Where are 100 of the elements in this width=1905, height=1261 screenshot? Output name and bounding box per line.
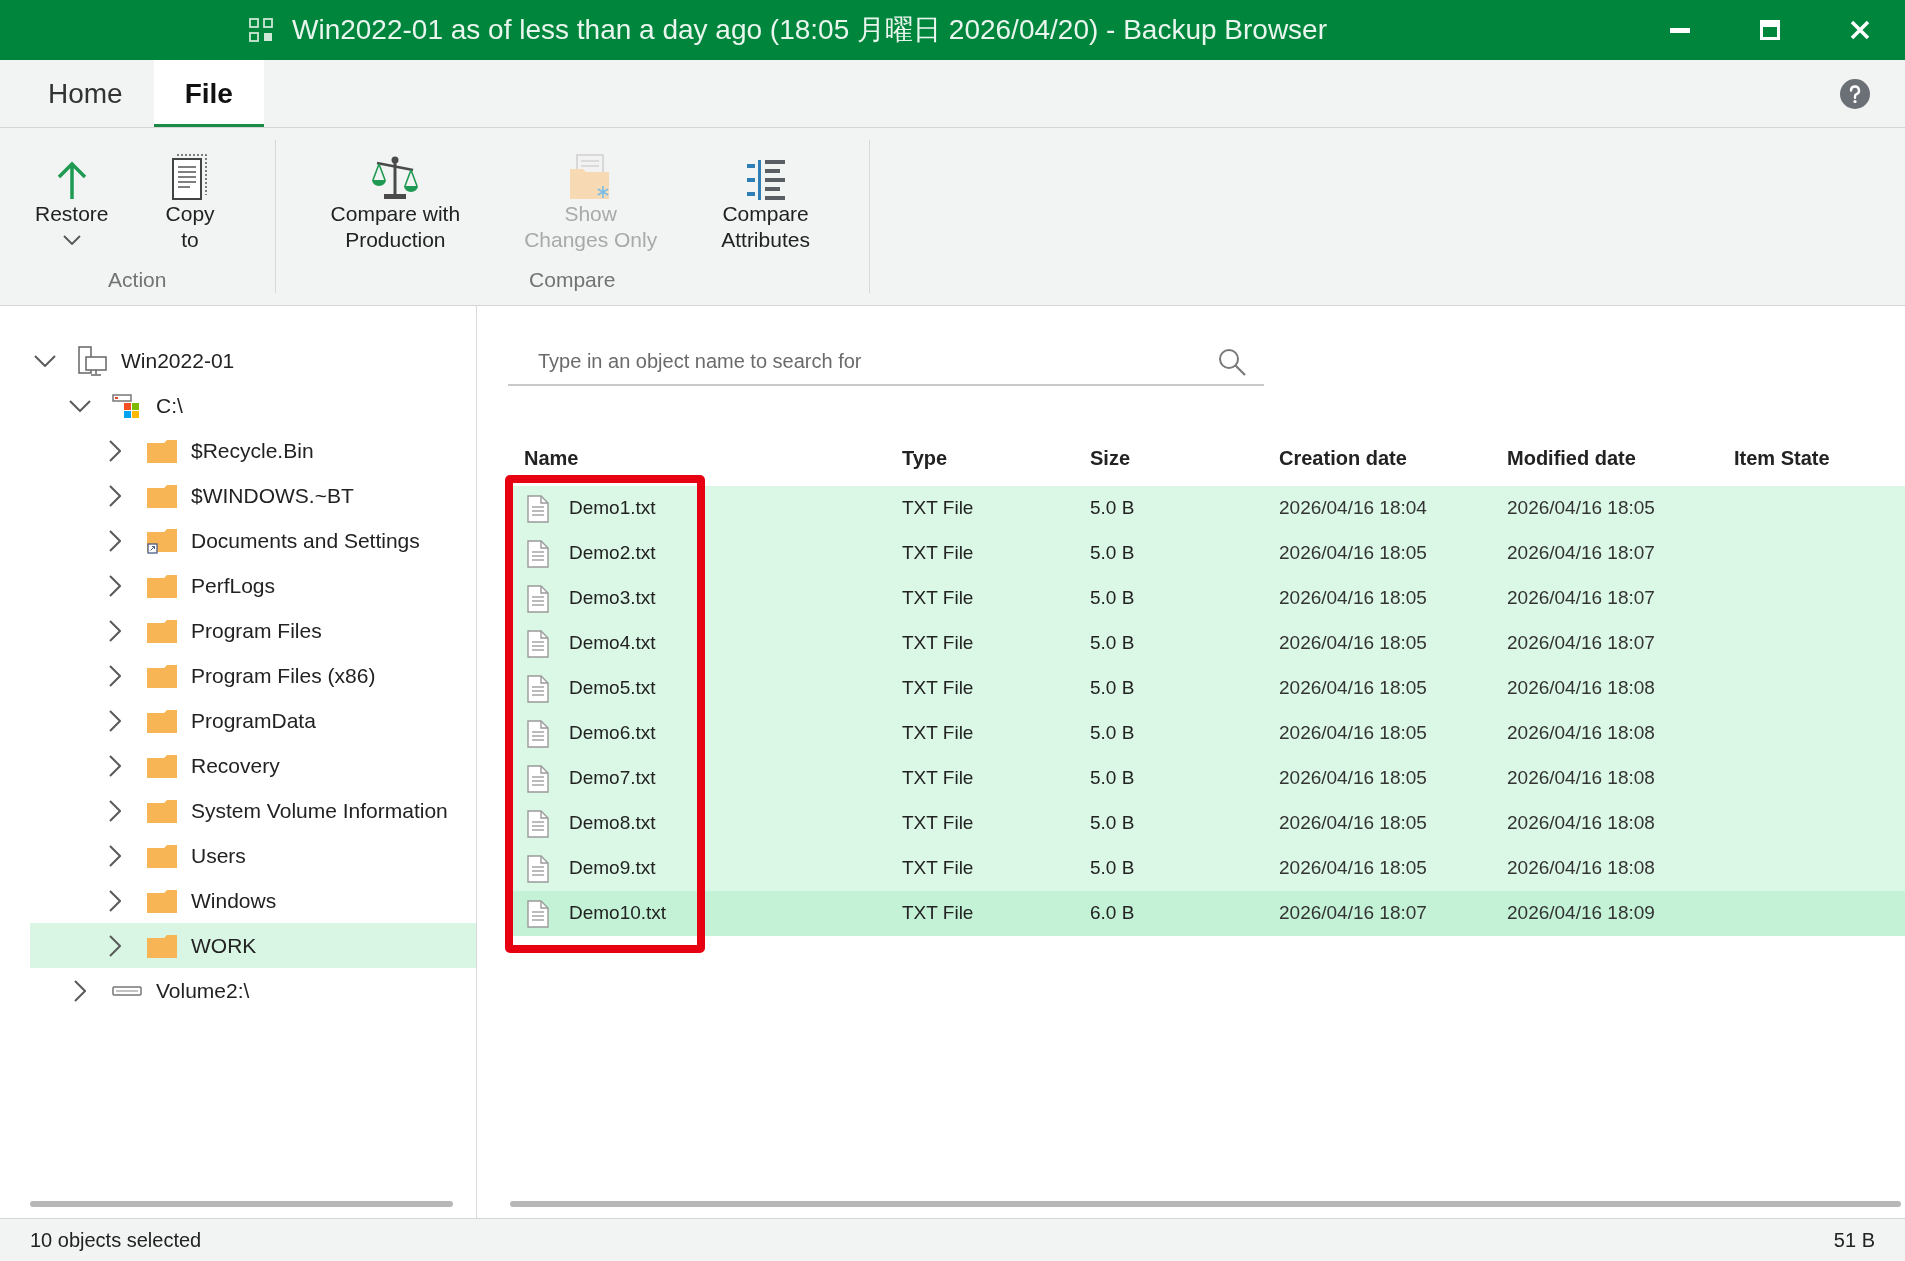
tree-item[interactable]: Recovery	[30, 743, 476, 788]
close-icon	[1850, 20, 1870, 40]
minimize-icon	[1670, 27, 1690, 33]
ribbon-button[interactable]: Compare with Production	[316, 150, 475, 253]
tree-item[interactable]: $Recycle.Bin	[30, 428, 476, 473]
column-header[interactable]: Modified date	[1507, 443, 1636, 473]
table-cell-text: TXT File	[902, 811, 974, 836]
chevron-right-icon[interactable]	[109, 934, 121, 957]
status-text: 51 B	[1833, 1228, 1875, 1253]
folder-icon	[147, 573, 177, 598]
ribbon-button[interactable]: Compare Attributes	[707, 150, 824, 253]
column-header[interactable]: Item State	[1734, 443, 1830, 473]
tree-item[interactable]: ProgramData	[30, 698, 476, 743]
table-cell-text: 2026/04/16 18:05	[1279, 811, 1427, 836]
column-header[interactable]: Type	[902, 443, 948, 473]
table-cell-text: 2026/04/16 18:05	[1279, 631, 1427, 656]
window-title: Win2022-01 as of less than a day ago (18:05 月曜日 2026/04/20) - Backup Browser	[292, 13, 1327, 47]
chevron-right-icon[interactable]	[74, 979, 86, 1002]
table-cell-text: 2026/04/16 18:08	[1507, 676, 1655, 701]
tree-item[interactable]: WORK	[30, 923, 476, 968]
tree-item[interactable]: Windows	[30, 878, 476, 923]
table-cell-text: 2026/04/16 18:05	[1279, 541, 1427, 566]
column-header[interactable]: Name	[524, 443, 579, 473]
table-cell-text: TXT File	[902, 541, 974, 566]
horizontal-scrollbar[interactable]	[510, 1201, 1901, 1207]
table-cell-text: 5.0 B	[1090, 766, 1135, 791]
table-cell-text: 2026/04/16 18:08	[1507, 721, 1655, 746]
ribbon-button[interactable]: Copy to	[151, 150, 229, 253]
search-icon[interactable]	[1218, 348, 1246, 376]
folder-icon	[147, 483, 177, 508]
table-cell-text: Demo4.txt	[569, 631, 656, 656]
tree-item[interactable]: Documents and Settings	[30, 518, 476, 563]
scales-icon	[371, 154, 420, 200]
column-header[interactable]: Creation date	[1279, 443, 1407, 473]
tree-item[interactable]: Users	[30, 833, 476, 878]
table-cell-text: Demo1.txt	[569, 496, 656, 521]
folder-icon	[147, 438, 177, 463]
table-cell-text: Demo6.txt	[569, 721, 656, 746]
table-cell-text: 2026/04/16 18:08	[1507, 811, 1655, 836]
tree-item[interactable]: System Volume Information	[30, 788, 476, 833]
table-cell-text: 2026/04/16 18:05	[1279, 586, 1427, 611]
table-cell-text: 2026/04/16 18:04	[1279, 496, 1427, 521]
document-icon	[172, 154, 209, 200]
chevron-right-icon[interactable]	[109, 529, 121, 552]
file-icon	[527, 809, 549, 838]
horizontal-scrollbar[interactable]	[30, 1201, 453, 1207]
chevron-right-icon[interactable]	[109, 664, 121, 687]
table-cell-text: 2026/04/16 18:08	[1507, 766, 1655, 791]
computer-icon	[77, 345, 107, 376]
chevron-right-icon[interactable]	[109, 484, 121, 507]
table-cell-text: 6.0 B	[1090, 901, 1135, 926]
table-cell-text: TXT File	[902, 721, 974, 746]
chevron-right-icon[interactable]	[109, 574, 121, 597]
chevron-right-icon[interactable]	[109, 844, 121, 867]
chevron-right-icon[interactable]	[109, 799, 121, 822]
tree-item[interactable]: $WINDOWS.~BT	[30, 473, 476, 518]
table-cell-text: TXT File	[902, 901, 974, 926]
chevron-down-icon[interactable]	[34, 354, 56, 367]
drive-icon	[112, 985, 142, 996]
group-label: Action	[107, 267, 168, 293]
ribbon-tab[interactable]: File	[153, 60, 264, 127]
tree-item[interactable]: PerfLogs	[30, 563, 476, 608]
table-cell-text: Demo2.txt	[569, 541, 656, 566]
file-icon	[527, 494, 549, 523]
column-header[interactable]: Size	[1090, 443, 1131, 473]
table-cell-text: Demo3.txt	[569, 586, 656, 611]
folder-icon	[147, 708, 177, 733]
chevron-right-icon[interactable]	[109, 709, 121, 732]
folder-icon	[147, 618, 177, 643]
windows-drive-icon	[112, 392, 142, 419]
file-icon	[527, 629, 549, 658]
file-icon	[527, 674, 549, 703]
ribbon-button[interactable]: Restore	[21, 150, 123, 253]
tree-item[interactable]: Program Files	[30, 608, 476, 653]
chevron-down-icon[interactable]	[69, 399, 91, 412]
chevron-right-icon[interactable]	[109, 439, 121, 462]
tree-item[interactable]: Program Files (x86)	[30, 653, 476, 698]
folder-icon	[147, 843, 177, 868]
tree-item[interactable]: C:\	[30, 383, 476, 428]
search-field[interactable]: Type in an object name to search for	[508, 338, 1264, 386]
squares-icon	[249, 18, 273, 42]
ribbon-tab[interactable]: Home	[17, 60, 154, 127]
chevron-right-icon[interactable]	[109, 619, 121, 642]
table-cell-text: 5.0 B	[1090, 856, 1135, 881]
table-cell-text: Demo8.txt	[569, 811, 656, 836]
folder-icon	[147, 798, 177, 823]
chevron-right-icon[interactable]	[109, 754, 121, 777]
folder-icon	[147, 933, 177, 958]
tree-item[interactable]: Volume2:\	[30, 968, 476, 1013]
table-cell-text: 2026/04/16 18:08	[1507, 856, 1655, 881]
chevron-right-icon[interactable]	[109, 889, 121, 912]
table-cell-text: 5.0 B	[1090, 541, 1135, 566]
table-cell-text: 5.0 B	[1090, 811, 1135, 836]
table-cell-text: TXT File	[902, 496, 974, 521]
table-cell-text: 2026/04/16 18:05	[1279, 766, 1427, 791]
file-icon	[527, 584, 549, 613]
tree-item[interactable]: Win2022-01	[30, 338, 476, 383]
help-icon[interactable]	[1840, 78, 1870, 109]
table-cell-text: 2026/04/16 18:05	[1507, 496, 1655, 521]
table-cell-text: TXT File	[902, 766, 974, 791]
